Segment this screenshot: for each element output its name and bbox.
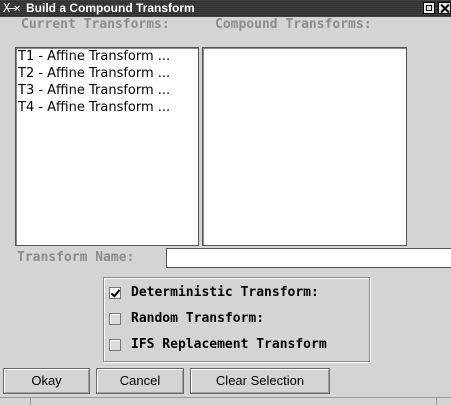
clear-selection-button[interactable]: Clear Selection — [190, 368, 330, 394]
list-item[interactable]: T3 - Affine Transform ... — [16, 82, 198, 99]
current-transforms-list[interactable]: T1 - Affine Transform ... T2 - Affine Tr… — [15, 47, 199, 246]
random-label: Random Transform: — [131, 311, 265, 326]
cancel-button[interactable]: Cancel — [96, 368, 184, 394]
list-item[interactable]: T1 - Affine Transform ... — [16, 48, 198, 65]
deterministic-checkbox[interactable] — [109, 287, 121, 299]
compound-transforms-list[interactable] — [202, 47, 407, 246]
ifs-replacement-label: IFS Replacement Transform — [131, 337, 327, 352]
transform-name-input[interactable] — [166, 248, 451, 268]
status-bar — [0, 397, 451, 405]
ifs-replacement-checkbox[interactable] — [109, 339, 121, 351]
list-item[interactable]: T2 - Affine Transform ... — [16, 65, 198, 82]
close-icon[interactable] — [438, 2, 451, 14]
title-bar[interactable]: X—⨯ Build a Compound Transform — [0, 0, 451, 17]
maximize-icon[interactable] — [423, 2, 435, 14]
random-checkbox[interactable] — [109, 313, 121, 325]
x-window-menu-icon[interactable]: X—⨯ — [3, 1, 23, 15]
window-title: Build a Compound Transform — [26, 1, 195, 15]
transform-type-group: Deterministic Transform: Random Transfor… — [103, 277, 370, 362]
deterministic-label: Deterministic Transform: — [131, 285, 319, 300]
okay-button[interactable]: Okay — [3, 368, 90, 394]
compound-transform-window: X—⨯ Build a Compound Transform Current T… — [0, 0, 451, 405]
list-item[interactable]: T4 - Affine Transform ... — [16, 99, 198, 116]
current-transforms-header: Current Transforms: — [21, 17, 170, 32]
transform-name-label: Transform Name: — [17, 250, 135, 265]
compound-transforms-header: Compound Transforms: — [215, 17, 372, 32]
